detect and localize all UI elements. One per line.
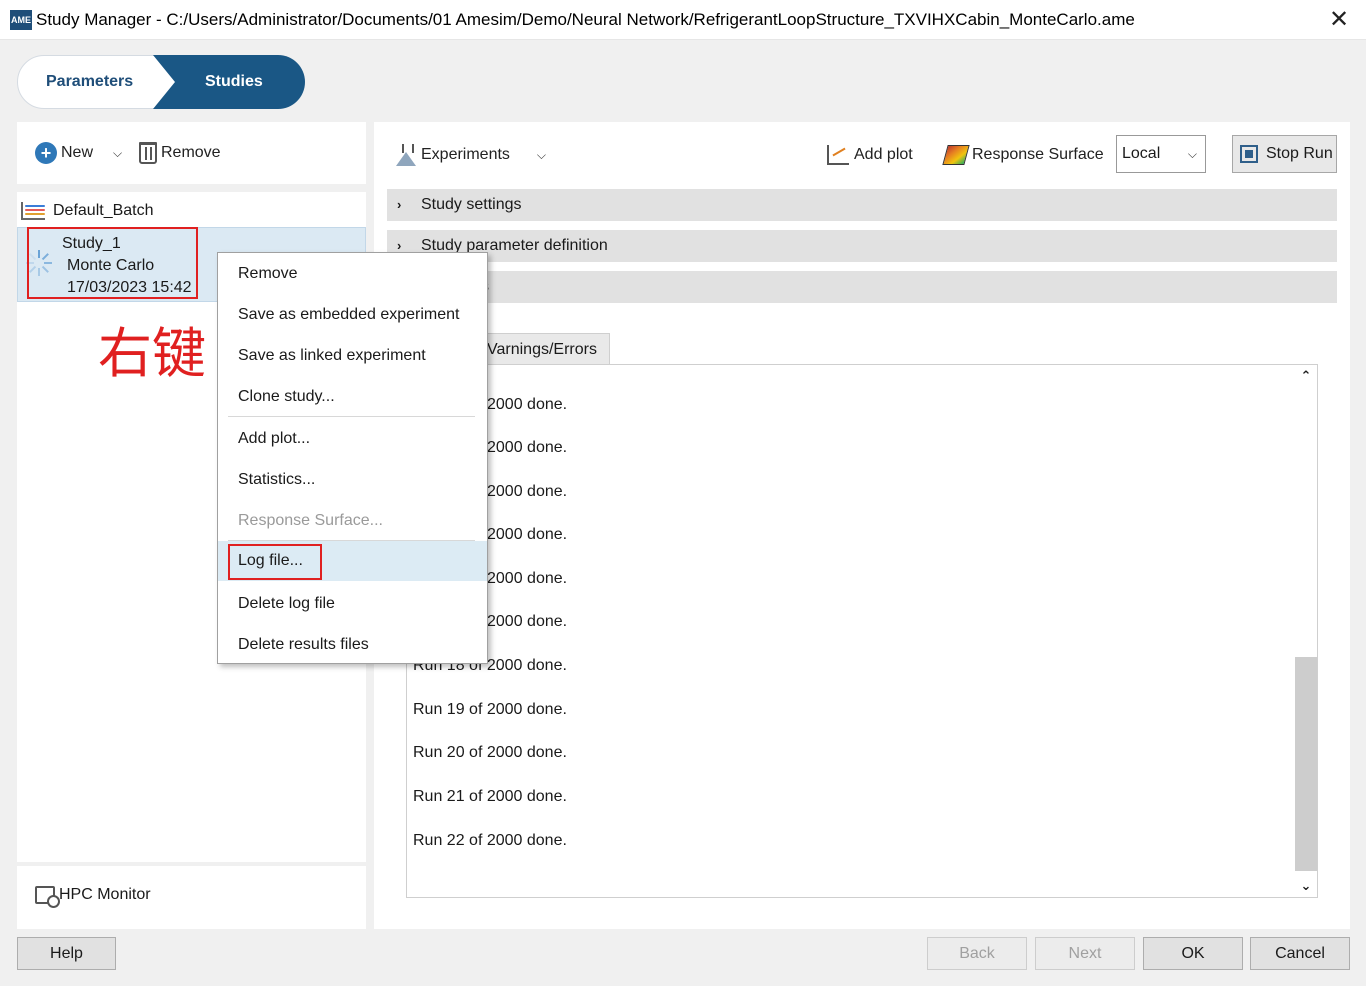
chevron-down-icon[interactable]: ⌄ — [1295, 875, 1317, 897]
context-menu: Remove Save as embedded experiment Save … — [217, 252, 488, 664]
back-button: Back — [927, 937, 1027, 970]
tree-item-default-batch[interactable]: Default_Batch — [21, 200, 154, 222]
window-title: Study Manager - C:/Users/Administrator/D… — [36, 10, 1135, 29]
add-plot-button[interactable]: Add plot — [827, 140, 913, 170]
scroll-thumb[interactable] — [1295, 657, 1317, 871]
stop-icon — [1240, 145, 1258, 163]
cancel-button[interactable]: Cancel — [1250, 937, 1350, 970]
hpc-monitor-button[interactable]: HPC Monitor — [35, 886, 151, 908]
menu-item-log-file[interactable]: Log file... — [218, 541, 487, 581]
response-surface-button[interactable]: Response Surface — [942, 140, 1104, 170]
remove-button[interactable]: Remove — [139, 140, 221, 166]
next-button: Next — [1035, 937, 1135, 970]
surface-icon — [942, 145, 970, 165]
menu-item-clone-study[interactable]: Clone study... — [218, 377, 487, 417]
log-line: Run 22 of 2000 done. — [413, 832, 567, 849]
log-output[interactable]: 2000 done. 2000 done. 2000 done. 2000 do… — [406, 364, 1318, 898]
chevron-down-icon: ⌵ — [536, 147, 547, 162]
flask-icon — [396, 144, 416, 166]
mode-switch: Parameters Studies — [17, 55, 307, 109]
monitor-icon — [35, 886, 60, 908]
log-line: 2000 done. — [487, 613, 568, 630]
log-file-highlight-box — [228, 544, 322, 580]
tab-parameters[interactable]: Parameters — [17, 55, 177, 109]
new-label: New — [61, 144, 94, 161]
menu-separator — [228, 416, 475, 417]
plot-icon — [827, 145, 849, 165]
new-button[interactable]: + New — [35, 140, 93, 166]
chevron-down-icon: ⌵ — [113, 145, 123, 160]
hpc-panel: HPC Monitor — [17, 866, 366, 929]
ok-button[interactable]: OK — [1143, 937, 1243, 970]
title-bar: AME Study Manager - C:/Users/Administrat… — [0, 0, 1366, 40]
chevron-up-icon[interactable]: ⌃ — [1295, 365, 1317, 387]
section-third[interactable]: ›s — [387, 271, 1337, 303]
add-plot-label: Add plot — [854, 146, 913, 163]
log-line: Run 19 of 2000 done. — [413, 701, 567, 718]
menu-item-delete-results[interactable]: Delete results files — [218, 625, 487, 665]
study-highlight-box — [27, 227, 198, 299]
log-line: Run 20 of 2000 done. — [413, 744, 567, 761]
study-detail-panel: Experiments ⌵ Add plot Response Surface … — [374, 122, 1350, 929]
run-location-value: Local — [1122, 145, 1161, 162]
menu-item-statistics[interactable]: Statistics... — [218, 460, 487, 500]
close-icon[interactable]: ✕ — [1326, 6, 1352, 34]
left-toolbar: + New ⌵ Remove — [17, 122, 366, 184]
log-line: 2000 done. — [487, 396, 568, 413]
menu-item-save-linked[interactable]: Save as linked experiment — [218, 336, 487, 376]
menu-item-response-surface: Response Surface... — [238, 512, 383, 529]
log-line: Run 21 of 2000 done. — [413, 788, 567, 805]
plus-circle-icon: + — [35, 142, 57, 164]
log-line: 2000 done. — [487, 483, 568, 500]
log-line: 2000 done. — [487, 570, 568, 587]
section-study-settings[interactable]: › Study settings — [387, 189, 1337, 221]
menu-item-remove[interactable]: Remove — [218, 254, 487, 294]
hpc-monitor-label: HPC Monitor — [59, 886, 151, 903]
tab-studies[interactable]: Studies — [153, 55, 305, 109]
menu-item-save-embedded[interactable]: Save as embedded experiment — [218, 295, 487, 335]
tab-warnings-errors[interactable]: Varnings/Errors — [482, 333, 610, 365]
trash-icon — [139, 142, 157, 164]
app-logo-icon: AME — [10, 10, 32, 30]
batch-label: Default_Batch — [53, 202, 154, 219]
response-surface-label: Response Surface — [972, 146, 1104, 163]
remove-label: Remove — [161, 144, 221, 161]
log-line: 2000 done. — [487, 439, 568, 456]
experiments-label: Experiments — [421, 146, 510, 163]
chevron-down-icon: ⌵ — [1187, 147, 1197, 161]
log-line: 2000 done. — [487, 526, 568, 543]
section-label: Study settings — [421, 196, 522, 213]
run-location-select[interactable]: Local ⌵ — [1116, 135, 1206, 173]
chart-icon — [21, 202, 45, 220]
menu-item-delete-log[interactable]: Delete log file — [218, 584, 487, 624]
annotation-right-click: 右键 — [98, 322, 206, 385]
new-dropdown-button[interactable]: ⌵ — [113, 140, 122, 166]
experiments-button[interactable]: Experiments ⌵ — [396, 140, 546, 170]
chevron-right-icon: › — [397, 197, 402, 212]
menu-item-add-plot[interactable]: Add plot... — [218, 419, 487, 459]
stop-run-label: Stop Run — [1266, 145, 1333, 162]
section-study-parameter-definition[interactable]: › Study parameter definition — [387, 230, 1337, 262]
log-scrollbar[interactable]: ⌃ ⌄ — [1295, 365, 1317, 897]
stop-run-button[interactable]: Stop Run — [1232, 135, 1337, 173]
help-button[interactable]: Help — [17, 937, 116, 970]
